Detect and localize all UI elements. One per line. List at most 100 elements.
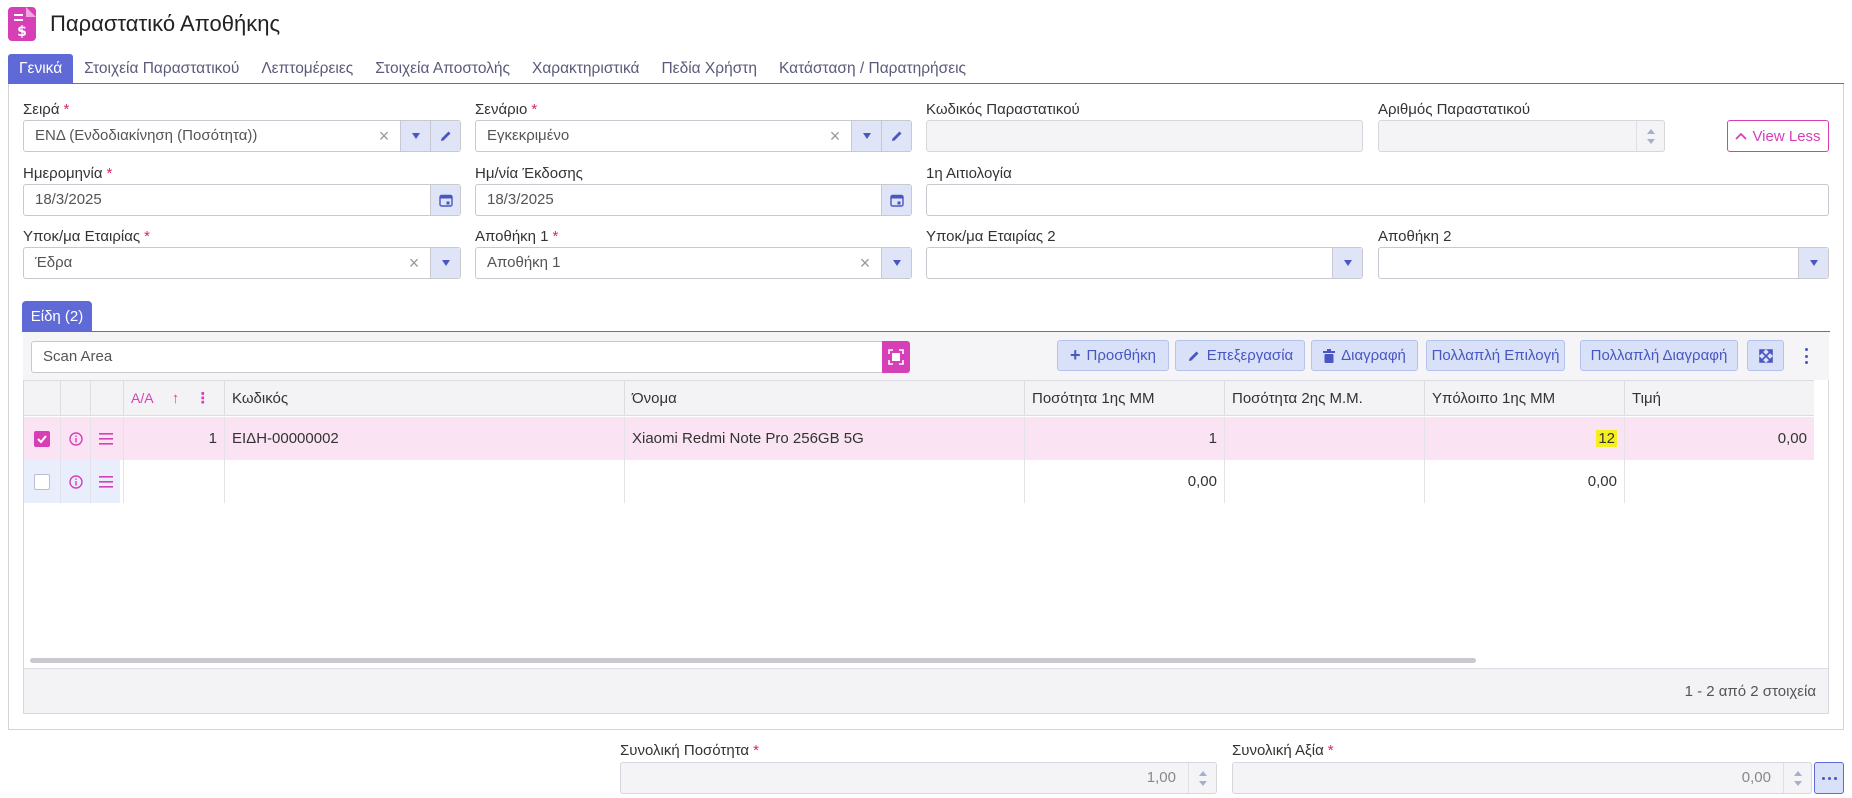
tab-attributes[interactable]: Χαρακτηριστικά bbox=[521, 54, 651, 84]
branch-label: Υποκ/μα Εταιρίας * bbox=[23, 228, 150, 245]
sort-arrow-up-icon[interactable]: ↑ bbox=[172, 390, 180, 407]
highlighted-balance: 12 bbox=[1596, 430, 1617, 447]
series-label: Σειρά * bbox=[23, 101, 70, 118]
row-menu-icon[interactable] bbox=[90, 460, 120, 503]
column-header-aa[interactable]: Α/Α ↑ ⋮ bbox=[123, 381, 223, 416]
tab-user-fields[interactable]: Πεδία Χρήστη bbox=[650, 54, 768, 84]
tab-items[interactable]: Είδη (2) bbox=[22, 301, 92, 332]
tab-shipping[interactable]: Στοιχεία Αποστολής bbox=[364, 54, 521, 84]
warehouse2-select[interactable] bbox=[1378, 247, 1829, 279]
branch-select[interactable]: Έδρα × bbox=[23, 247, 461, 279]
edit-button[interactable]: Επεξεργασία bbox=[1175, 340, 1305, 371]
row-checkbox[interactable] bbox=[34, 430, 50, 447]
column-header-qty1[interactable]: Ποσότητα 1ης ΜΜ bbox=[1024, 381, 1224, 416]
document-dollar-icon: $ bbox=[8, 7, 36, 41]
branch2-select[interactable] bbox=[926, 247, 1363, 279]
cell-name: Xiaomi Redmi Note Pro 256GB 5G bbox=[624, 417, 1024, 460]
row-menu-icon[interactable] bbox=[90, 417, 120, 460]
date-field[interactable]: 18/3/2025 bbox=[23, 184, 461, 216]
doc-number-field bbox=[1378, 120, 1665, 152]
column-menu-icon[interactable]: ⋮ bbox=[195, 390, 210, 407]
total-value-label: Συνολική Αξία * bbox=[1232, 742, 1334, 759]
edit-pencil-icon[interactable] bbox=[881, 121, 911, 151]
cell-code: ΕΙΔΗ-00000002 bbox=[224, 417, 624, 460]
chevron-down-icon[interactable] bbox=[1332, 248, 1362, 278]
more-vertical-icon[interactable] bbox=[1800, 346, 1812, 366]
cell-qty2 bbox=[1224, 460, 1424, 503]
warehouse1-label: Αποθήκη 1 * bbox=[475, 228, 559, 245]
branch2-label: Υποκ/μα Εταιρίας 2 bbox=[926, 228, 1056, 245]
issue-date-field[interactable]: 18/3/2025 bbox=[475, 184, 912, 216]
view-less-button[interactable]: View Less bbox=[1727, 120, 1829, 152]
tab-status-notes[interactable]: Κατάσταση / Παρατηρήσεις bbox=[768, 54, 977, 84]
column-header-code[interactable]: Κωδικός bbox=[224, 381, 624, 416]
number-stepper[interactable] bbox=[1188, 763, 1216, 793]
scenario-label: Σενάριο * bbox=[475, 101, 538, 118]
chevron-down-icon[interactable] bbox=[851, 121, 881, 151]
table-row[interactable]: 0,00 0,00 bbox=[24, 460, 1814, 503]
cell-price: 0,00 bbox=[1624, 417, 1814, 460]
cell-name bbox=[624, 460, 1024, 503]
number-stepper[interactable] bbox=[1783, 763, 1811, 793]
header-checkbox-col bbox=[24, 381, 60, 416]
tab-document-details[interactable]: Στοιχεία Παραστατικού bbox=[73, 54, 250, 84]
total-qty-label: Συνολική Ποσότητα * bbox=[620, 742, 759, 759]
table-header: Α/Α ↑ ⋮ Κωδικός Όνομα Ποσότητα 1ης ΜΜ Πο… bbox=[24, 380, 1814, 416]
date-label: Ημερομηνία * bbox=[23, 165, 113, 182]
column-header-price[interactable]: Τιμή bbox=[1624, 381, 1814, 416]
number-stepper[interactable] bbox=[1636, 121, 1664, 151]
scan-area-input[interactable]: Scan Area bbox=[31, 341, 909, 373]
clear-icon[interactable]: × bbox=[404, 248, 424, 278]
total-value-field: 0,00 bbox=[1232, 762, 1812, 794]
info-icon[interactable] bbox=[60, 460, 90, 503]
page-title: Παραστατικό Αποθήκης bbox=[50, 11, 281, 36]
warehouse2-label: Αποθήκη 2 bbox=[1378, 228, 1452, 245]
edit-pencil-icon[interactable] bbox=[430, 121, 460, 151]
reason-field[interactable] bbox=[926, 184, 1829, 216]
pager-info: 1 - 2 από 2 στοιχεία bbox=[1684, 683, 1816, 700]
cell-price bbox=[1624, 460, 1814, 503]
total-qty-field: 1,00 bbox=[620, 762, 1217, 794]
chevron-down-icon[interactable] bbox=[430, 248, 460, 278]
scenario-select[interactable]: Εγκεκριμένο × bbox=[475, 120, 912, 152]
fullscreen-icon[interactable] bbox=[1747, 340, 1784, 371]
doc-code-field bbox=[926, 120, 1363, 152]
tab-details[interactable]: Λεπτομέρειες bbox=[250, 54, 364, 84]
clear-icon[interactable]: × bbox=[855, 248, 875, 278]
multi-delete-button[interactable]: Πολλαπλή Διαγραφή bbox=[1580, 340, 1738, 371]
chevron-down-icon[interactable] bbox=[400, 121, 430, 151]
cell-balance: 12 bbox=[1424, 417, 1624, 460]
chevron-down-icon[interactable] bbox=[881, 248, 911, 278]
clear-icon[interactable]: × bbox=[374, 121, 394, 151]
cell-balance: 0,00 bbox=[1424, 460, 1624, 503]
edit-pencil-icon bbox=[1188, 351, 1199, 361]
multi-select-button[interactable]: Πολλαπλή Επιλογή bbox=[1426, 340, 1565, 371]
delete-button[interactable]: Διαγραφή bbox=[1311, 340, 1418, 371]
column-header-balance[interactable]: Υπόλοιπο 1ης ΜΜ bbox=[1424, 381, 1624, 416]
cell-aa bbox=[123, 460, 224, 503]
warehouse1-select[interactable]: Αποθήκη 1 × bbox=[475, 247, 912, 279]
reason-label: 1η Αιτιολογία bbox=[926, 165, 1012, 182]
cell-qty1: 1 bbox=[1024, 417, 1224, 460]
series-select[interactable]: ΕΝΔ (Ενδοδιακίνηση (Ποσότητα)) × bbox=[23, 120, 461, 152]
calendar-icon[interactable] bbox=[430, 185, 460, 215]
clear-icon[interactable]: × bbox=[825, 121, 845, 151]
barcode-scan-icon[interactable] bbox=[882, 341, 910, 373]
horizontal-scrollbar[interactable] bbox=[30, 658, 1476, 663]
info-icon[interactable] bbox=[60, 417, 90, 460]
plus-icon: + bbox=[1069, 345, 1081, 365]
add-button[interactable]: + Προσθήκη bbox=[1057, 340, 1169, 371]
tab-general[interactable]: Γενικά bbox=[8, 54, 74, 84]
cell-qty1: 0,00 bbox=[1024, 460, 1224, 503]
table-row[interactable]: 1 ΕΙΔΗ-00000002 Xiaomi Redmi Note Pro 25… bbox=[24, 417, 1814, 460]
column-header-qty2[interactable]: Ποσότητα 2ης Μ.Μ. bbox=[1224, 381, 1424, 416]
calendar-icon[interactable] bbox=[881, 185, 911, 215]
chevron-down-icon[interactable] bbox=[1798, 248, 1828, 278]
cell-qty2 bbox=[1224, 417, 1424, 460]
cell-code bbox=[224, 460, 624, 503]
chevron-up-icon bbox=[1735, 132, 1748, 140]
column-header-name[interactable]: Όνομα bbox=[624, 381, 1024, 416]
more-horizontal-icon[interactable] bbox=[1814, 762, 1844, 794]
row-checkbox[interactable] bbox=[34, 473, 50, 490]
header-info-col bbox=[60, 381, 90, 416]
